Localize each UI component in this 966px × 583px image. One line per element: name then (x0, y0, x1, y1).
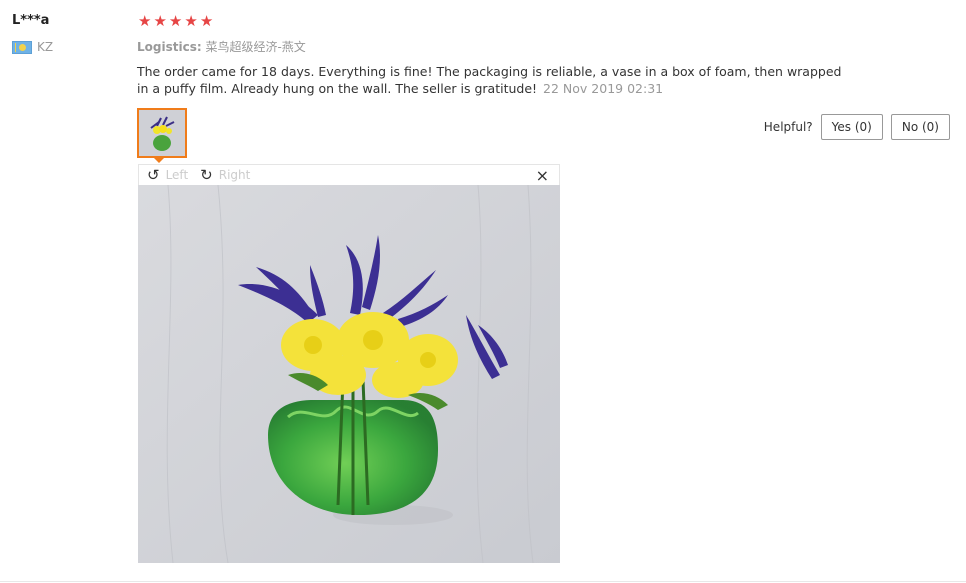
close-icon[interactable]: × (536, 166, 549, 185)
thumbnail-image (139, 110, 185, 156)
review-user-name: L***a (12, 13, 50, 28)
kz-flag-icon (12, 40, 32, 54)
review-body: The order came for 18 days. Everything i… (137, 63, 847, 97)
helpful-section: Helpful? Yes (0) No (0) (764, 114, 950, 140)
rotate-left-icon: ↺ (147, 166, 160, 184)
rotate-right-button[interactable]: ↻ Right (200, 166, 250, 184)
country-code: KZ (37, 40, 54, 54)
rotate-left-button[interactable]: ↺ Left (147, 166, 188, 184)
review-date: 22 Nov 2019 02:31 (543, 81, 664, 96)
thumbnail-selected-arrow (153, 157, 165, 163)
review-text: The order came for 18 days. Everything i… (137, 64, 842, 96)
helpful-no-button[interactable]: No (0) (890, 114, 950, 140)
star-icon: ★ (153, 12, 167, 30)
bottom-divider (0, 581, 966, 582)
review-photo-thumbnail[interactable] (137, 108, 187, 158)
rotate-left-label: Left (165, 168, 189, 182)
review-country: KZ (12, 40, 53, 54)
rotate-right-label: Right (218, 168, 251, 182)
image-viewer-toolbar: ↺ Left ↻ Right × (138, 164, 560, 185)
logistics-value: 菜鸟超级经济-燕文 (205, 40, 306, 54)
helpful-label: Helpful? (763, 120, 813, 134)
rotate-right-icon: ↻ (200, 166, 213, 184)
star-icon: ★ (168, 12, 183, 30)
star-rating: ★ ★ ★ ★ ★ (138, 12, 213, 30)
helpful-yes-button[interactable]: Yes (0) (820, 114, 883, 140)
star-icon: ★ (199, 12, 214, 30)
logistics-label: Logistics: (137, 40, 202, 54)
review-photo-large (138, 185, 560, 563)
vase-flowers-image (138, 185, 560, 563)
star-icon: ★ (184, 12, 198, 30)
logistics-info: Logistics: 菜鸟超级经济-燕文 (137, 38, 306, 55)
star-icon: ★ (138, 12, 152, 30)
